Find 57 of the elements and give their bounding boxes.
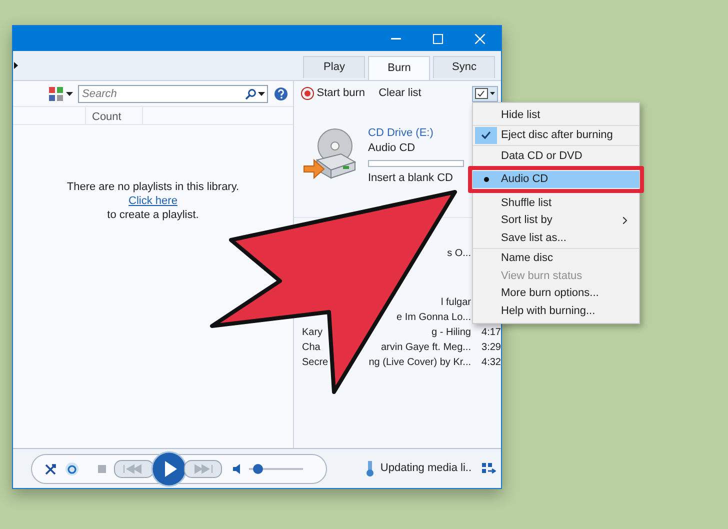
menu-item[interactable]: Help with burning... (473, 302, 639, 320)
status-text: Updating media li.. (380, 462, 472, 474)
volume-slider[interactable] (248, 464, 302, 474)
track-title: Kary (302, 326, 323, 340)
menu-item[interactable]: More burn options... (473, 284, 639, 302)
track-title: Secre (302, 356, 328, 370)
track-title: ng (Live Cover) by Kr... (368, 356, 471, 370)
track-title: g - Hiling (432, 326, 471, 340)
sync-status-icon (366, 460, 374, 476)
clear-list-button[interactable]: Clear list (374, 85, 426, 102)
cd-drive-icon (303, 126, 357, 182)
repeat-icon[interactable] (64, 462, 79, 476)
track-title: s O... (447, 247, 471, 261)
shuffle-icon[interactable] (44, 462, 57, 474)
speaker-icon[interactable] (232, 464, 240, 474)
start-burn-button[interactable]: Start burn (296, 85, 370, 102)
track-title: l fulgar (440, 296, 471, 310)
checklist-icon (475, 88, 496, 99)
tab[interactable]: Play (303, 56, 366, 78)
track-duration: 4:32 (480, 356, 501, 370)
menu-item[interactable]: Save list as... (473, 229, 639, 246)
menu-item[interactable]: Hide list (473, 106, 639, 124)
view-options-icon[interactable] (48, 86, 63, 100)
list-options-button[interactable] (472, 86, 498, 102)
drive-status: Insert a blank CD (368, 171, 454, 186)
play-icon[interactable] (150, 450, 187, 486)
track-title: arvin Gaye ft. Meg... (380, 341, 471, 355)
menu-item[interactable]: Audio CD (473, 170, 639, 188)
menu-item[interactable]: Name disc (473, 250, 639, 267)
menu-item[interactable]: Shuffle list (473, 194, 639, 212)
caret-icon[interactable] (66, 92, 72, 96)
search-icon[interactable] (244, 88, 256, 100)
empty-library-message: There are no playlists in this library. (66, 180, 240, 194)
create-playlist-link[interactable]: Click here (128, 195, 178, 207)
switch-view-icon[interactable] (482, 463, 496, 474)
track-duration: 3:29 (480, 341, 501, 355)
drive-name: CD Drive (E:) (368, 126, 434, 141)
tab[interactable]: Burn (368, 56, 430, 80)
menu-item[interactable]: Data CD or DVD (473, 147, 639, 164)
menu-item[interactable]: Eject disc after burning (473, 126, 639, 144)
track-duration: 4:17 (480, 326, 501, 340)
menu-item[interactable]: Sort list by (473, 212, 639, 229)
close-icon[interactable] (475, 34, 485, 44)
tab[interactable]: Sync (433, 56, 496, 78)
track-title: Cha (302, 341, 320, 355)
caret-icon[interactable] (258, 92, 266, 96)
triangle-icon[interactable] (14, 62, 18, 69)
minimize-icon[interactable] (391, 38, 401, 40)
chevron-icon (623, 216, 627, 224)
disc-type: Audio CD (368, 141, 416, 156)
maximize-icon[interactable] (433, 34, 443, 44)
search-field[interactable]: Search (78, 84, 268, 102)
help-icon[interactable] (274, 86, 288, 100)
column-header[interactable]: Count (85, 107, 143, 124)
empty-library-message: to create a playlist. (106, 208, 200, 222)
track-title: e Im Gonna Lo... (396, 311, 471, 325)
burn-icon (300, 87, 314, 100)
